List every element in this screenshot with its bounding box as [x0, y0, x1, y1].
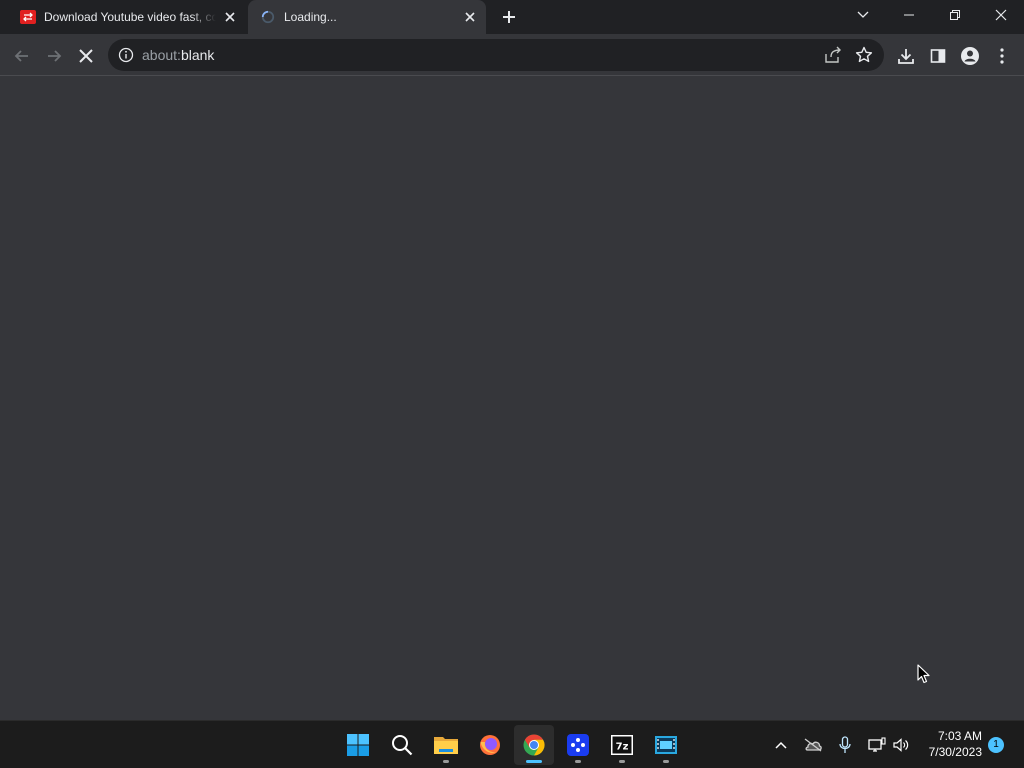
side-panel-button[interactable]: [924, 42, 952, 70]
search-icon: [392, 735, 413, 756]
windows-logo-icon: [347, 734, 369, 756]
close-window-button[interactable]: [978, 0, 1024, 30]
tray-network[interactable]: [865, 733, 889, 757]
tab-strip: Download Youtube video fast, co Loading.…: [0, 0, 1024, 34]
volume-icon: [893, 738, 909, 752]
chevron-up-icon: [775, 741, 787, 749]
tab-title: Loading...: [284, 10, 337, 24]
browser-toolbar: about:blank: [0, 34, 1024, 76]
clock-date: 7/30/2023: [928, 745, 982, 759]
forward-button[interactable]: [40, 42, 68, 70]
minimize-icon: [904, 14, 914, 16]
taskbar-file-explorer[interactable]: [426, 725, 466, 765]
mouse-cursor-icon: [917, 664, 930, 684]
chevron-down-icon: [857, 11, 869, 18]
page-content: [0, 77, 1024, 720]
folder-icon: [434, 737, 458, 754]
microphone-icon: [839, 736, 851, 753]
side-panel-icon: [930, 49, 946, 63]
running-indicator: [619, 760, 625, 763]
tray-volume[interactable]: [889, 733, 913, 757]
7zip-icon: 7z: [611, 735, 633, 755]
download-icon: [898, 49, 914, 64]
taskbar-search-button[interactable]: [382, 725, 422, 765]
bookmark-star-icon[interactable]: [854, 45, 874, 65]
taskbar-7zip[interactable]: 7z: [602, 725, 642, 765]
running-indicator: [443, 760, 449, 763]
chrome-icon: [523, 734, 545, 756]
stop-loading-button[interactable]: [72, 42, 100, 70]
taskbar-video-editor[interactable]: [646, 725, 686, 765]
restore-button[interactable]: [932, 0, 978, 30]
svg-text:7z: 7z: [616, 742, 629, 753]
back-button[interactable]: [8, 42, 36, 70]
restore-icon: [950, 10, 960, 20]
arrow-right-icon: [48, 50, 62, 62]
notification-badge[interactable]: 1: [988, 737, 1004, 753]
minimize-button[interactable]: [886, 0, 932, 30]
running-indicator: [663, 760, 669, 763]
address-text[interactable]: about:blank: [142, 47, 214, 63]
taskbar-chrome[interactable]: [514, 725, 554, 765]
gamepad-app-icon: [567, 734, 589, 756]
tab-title: Download Youtube video fast, co: [44, 10, 216, 24]
firefox-icon: [480, 735, 500, 755]
close-icon: [79, 49, 93, 63]
address-scheme: about:: [142, 47, 181, 63]
more-vertical-icon: [1000, 48, 1004, 64]
address-bar[interactable]: about:blank: [108, 39, 884, 71]
info-icon[interactable]: [118, 47, 134, 63]
taskbar-clock[interactable]: 7:03 AM 7/30/2023: [916, 728, 982, 760]
tab-download-youtube[interactable]: Download Youtube video fast, co: [8, 0, 246, 34]
active-indicator: [526, 760, 542, 763]
close-tab-icon[interactable]: [222, 9, 238, 25]
tray-onedrive[interactable]: [801, 733, 825, 757]
downloads-button[interactable]: [892, 42, 920, 70]
new-tab-icon[interactable]: [500, 8, 518, 26]
address-path: blank: [180, 47, 215, 63]
start-button[interactable]: [338, 725, 378, 765]
profile-avatar-icon: [961, 47, 979, 65]
tab-search-button[interactable]: [840, 0, 886, 30]
share-icon[interactable]: [822, 45, 844, 65]
tray-overflow-button[interactable]: [769, 733, 793, 757]
profile-button[interactable]: [956, 42, 984, 70]
loading-spinner-icon: [261, 10, 275, 24]
tab-loading[interactable]: Loading...: [248, 0, 486, 34]
close-icon: [995, 9, 1007, 21]
cloud-offline-icon: [804, 738, 822, 752]
taskbar-firefox[interactable]: [470, 725, 510, 765]
network-icon: [868, 737, 886, 752]
tray-microphone[interactable]: [833, 733, 857, 757]
running-indicator: [575, 760, 581, 763]
chrome-menu-button[interactable]: [988, 42, 1016, 70]
taskbar: 7z 7:03 AM 7/30/2023 1: [0, 720, 1024, 768]
close-tab-icon[interactable]: [462, 9, 478, 25]
download-favicon-icon: [20, 10, 36, 24]
arrow-left-icon: [14, 50, 28, 62]
taskbar-app-blue[interactable]: [558, 725, 598, 765]
clock-time: 7:03 AM: [937, 729, 982, 743]
film-icon: [655, 736, 677, 754]
